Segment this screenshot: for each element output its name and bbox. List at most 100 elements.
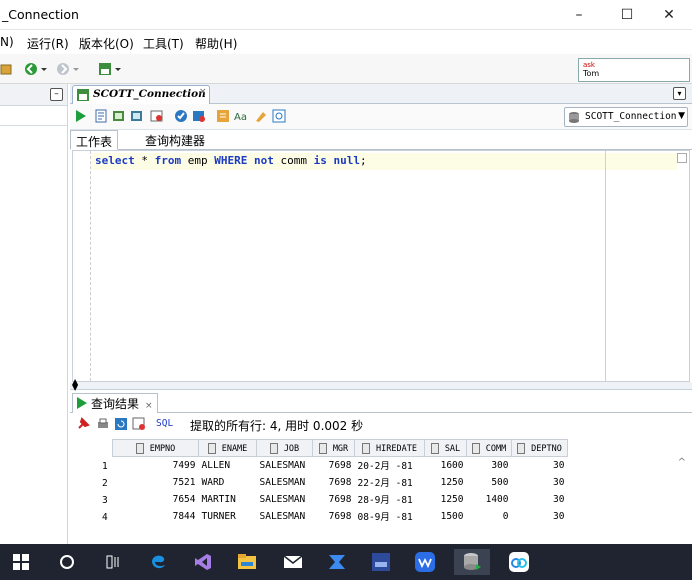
menu-item-help[interactable]: 帮助(H) [195, 35, 237, 52]
run-script-icon[interactable] [94, 109, 108, 123]
sql-editor[interactable]: select * from emp WHERE not comm is null… [72, 150, 690, 382]
splitter-arrows-icon[interactable]: ▲ ▼ [72, 378, 78, 392]
close-tab-icon[interactable]: × [199, 87, 207, 97]
pin-icon[interactable] [76, 417, 90, 431]
autotrace-icon[interactable] [112, 109, 126, 123]
maximize-button[interactable]: ☐ [604, 0, 650, 30]
table-cell[interactable]: 7499 [113, 457, 199, 474]
table-cell[interactable]: 1600 [425, 457, 467, 474]
table-cell[interactable]: 1500 [425, 508, 467, 525]
find-icon[interactable] [272, 109, 286, 123]
column-header[interactable]: DEPTNO [511, 439, 568, 457]
editor-scroll-corner[interactable] [677, 153, 687, 163]
sort-icon[interactable] [207, 442, 216, 454]
table-cell[interactable]: ALLEN [199, 457, 257, 474]
tab-worksheet[interactable]: 工作表 [70, 130, 119, 150]
sort-icon[interactable] [269, 442, 278, 454]
sql-dropdown-icon[interactable] [114, 62, 122, 76]
row-number[interactable]: 1 [102, 461, 108, 472]
table-row[interactable]: 7844 TURNER SALESMAN 7698 08-9月 -81 1500 0 30 [113, 508, 568, 525]
back-dropdown-icon[interactable] [40, 62, 48, 76]
close-tab-icon[interactable]: × [145, 401, 153, 411]
table-cell[interactable]: TURNER [199, 508, 257, 525]
visual-studio-icon[interactable] [190, 549, 216, 575]
windows-start-icon[interactable] [8, 549, 34, 575]
print-icon[interactable] [96, 417, 110, 431]
table-cell[interactable]: SALESMAN [257, 474, 313, 491]
sort-icon[interactable] [318, 442, 327, 454]
menu-item-tools[interactable]: 工具(T) [143, 35, 184, 52]
tab-query-result[interactable]: 查询结果 × [72, 393, 158, 413]
table-cell[interactable]: 500 [467, 474, 512, 491]
wps-office-icon[interactable] [412, 549, 438, 575]
table-cell[interactable]: 7698 [313, 457, 355, 474]
clear-icon[interactable] [254, 109, 268, 123]
table-cell[interactable]: 22-2月 -81 [355, 474, 425, 491]
ask-tom-search[interactable]: ask Tom [578, 58, 690, 82]
menu-item-versioning[interactable]: 版本化(O) [79, 35, 134, 52]
table-cell[interactable]: 30 [512, 474, 568, 491]
table-cell[interactable]: 1400 [467, 491, 512, 508]
menu-item-navigate[interactable]: N) [0, 35, 14, 49]
column-header[interactable]: ENAME [198, 439, 257, 457]
sql-history-icon[interactable] [216, 109, 230, 123]
table-cell[interactable]: 0 [467, 508, 512, 525]
table-cell[interactable]: MARTIN [199, 491, 257, 508]
open-file-icon[interactable] [0, 62, 14, 76]
table-cell[interactable]: SALESMAN [257, 457, 313, 474]
sort-icon[interactable] [471, 442, 480, 454]
table-cell[interactable]: 300 [467, 457, 512, 474]
connection-select[interactable]: SCOTT_Connection ▼ [564, 107, 688, 127]
sort-icon[interactable] [135, 442, 144, 454]
sql-developer-icon[interactable] [454, 549, 490, 575]
rollback-icon[interactable] [192, 109, 206, 123]
sql-tuning-icon[interactable] [150, 109, 164, 123]
table-cell[interactable]: 28-9月 -81 [355, 491, 425, 508]
row-number[interactable]: 4 [102, 512, 108, 523]
table-row[interactable]: 7521 WARD SALESMAN 7698 22-2月 -81 1250 500 30 [113, 474, 568, 491]
panel-splitter[interactable]: ▲ ▼ [70, 378, 692, 392]
unshared-worksheet-icon[interactable]: Aa [234, 109, 250, 123]
table-cell[interactable]: 30 [512, 457, 568, 474]
refresh-icon[interactable] [114, 417, 128, 431]
sql-worksheet-icon[interactable] [98, 62, 112, 76]
column-header[interactable]: HIREDATE [354, 439, 425, 457]
column-header[interactable]: MGR [312, 439, 355, 457]
tab-scott-connection[interactable]: SCOTT_Connection × [72, 85, 210, 104]
table-cell[interactable]: 7844 [113, 508, 199, 525]
back-icon[interactable] [24, 62, 38, 76]
sql-link[interactable]: SQL [156, 418, 173, 429]
table-cell[interactable]: 30 [512, 508, 568, 525]
table-cell[interactable]: 20-2月 -81 [355, 457, 425, 474]
search-icon[interactable] [54, 549, 80, 575]
column-header[interactable]: COMM [466, 439, 512, 457]
table-cell[interactable]: 1250 [425, 491, 467, 508]
table-cell[interactable]: 7698 [313, 491, 355, 508]
table-row[interactable]: 7499 ALLEN SALESMAN 7698 20-2月 -81 1600 300 30 [113, 457, 568, 474]
sort-icon[interactable] [430, 442, 439, 454]
cancel-query-icon[interactable] [132, 417, 146, 431]
baidu-netdisk-icon[interactable] [506, 549, 532, 575]
table-cell[interactable]: SALESMAN [257, 491, 313, 508]
table-cell[interactable]: 7698 [313, 474, 355, 491]
table-row[interactable]: 7654 MARTIN SALESMAN 7698 28-9月 -81 1250 1400 3… [113, 491, 568, 508]
app-dark-icon[interactable] [368, 549, 394, 575]
column-header[interactable]: SAL [424, 439, 467, 457]
task-view-icon[interactable] [100, 549, 126, 575]
tab-query-builder[interactable]: 查询构建器 [140, 130, 210, 150]
close-button[interactable]: ✕ [646, 0, 692, 30]
mail-icon[interactable] [280, 549, 306, 575]
row-number[interactable]: 3 [102, 495, 108, 506]
table-cell[interactable]: WARD [199, 474, 257, 491]
commit-icon[interactable] [174, 109, 188, 123]
table-cell[interactable]: 1250 [425, 474, 467, 491]
table-cell[interactable]: 7698 [313, 508, 355, 525]
tab-list-dropdown-icon[interactable]: ▾ [673, 87, 686, 100]
sort-icon[interactable] [517, 442, 526, 454]
forward-icon[interactable] [56, 62, 70, 76]
menu-item-run[interactable]: 运行(R) [27, 35, 69, 52]
explain-plan-icon[interactable] [130, 109, 144, 123]
sort-icon[interactable] [362, 442, 371, 454]
edge-browser-icon[interactable] [146, 549, 172, 575]
table-cell[interactable]: 30 [512, 491, 568, 508]
